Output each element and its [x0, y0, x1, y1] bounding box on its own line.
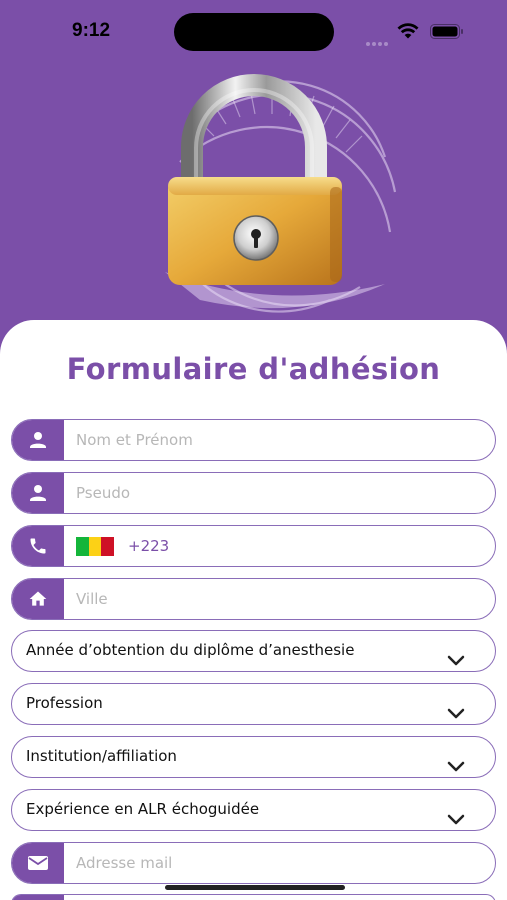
person-icon: [12, 473, 64, 513]
home-icon: [12, 579, 64, 619]
status-time: 9:12: [72, 20, 111, 41]
mali-flag-icon[interactable]: [76, 537, 115, 556]
pseudo-field[interactable]: [11, 472, 496, 514]
dynamic-island: [174, 13, 334, 51]
name-field[interactable]: [11, 419, 496, 461]
phone-field[interactable]: +223: [11, 525, 496, 567]
page-title: Formulaire d'adhésion: [66, 352, 441, 386]
person-icon: [12, 420, 64, 460]
country-code: +223: [128, 537, 170, 555]
name-input[interactable]: [76, 420, 476, 460]
signal-icon: [366, 31, 390, 46]
experience-label: Expérience en ALR échoguidée: [26, 800, 260, 818]
institution-select[interactable]: Institution/affiliation: [11, 736, 496, 778]
mail-icon: [12, 843, 64, 883]
chevron-down-icon: [447, 761, 465, 772]
wifi-icon: [397, 23, 419, 39]
chevron-down-icon: [447, 655, 465, 666]
battery-icon: [430, 24, 463, 39]
diploma-year-select[interactable]: Année d’obtention du diplôme d’anesthesi…: [11, 630, 496, 672]
city-field[interactable]: [11, 578, 496, 620]
experience-select[interactable]: Expérience en ALR échoguidée: [11, 789, 496, 831]
email-field[interactable]: [11, 842, 496, 884]
chevron-down-icon: [447, 814, 465, 825]
chevron-down-icon: [447, 708, 465, 719]
email-input[interactable]: [76, 843, 476, 883]
padlock-illustration: [165, 74, 397, 313]
profession-label: Profession: [26, 694, 103, 712]
phone-icon: [12, 526, 64, 566]
field-icon-tab: [12, 895, 64, 900]
profession-select[interactable]: Profession: [11, 683, 496, 725]
pseudo-input[interactable]: [76, 473, 476, 513]
home-indicator[interactable]: [165, 885, 345, 890]
next-field-partial[interactable]: [11, 894, 496, 900]
diploma-year-label: Année d’obtention du diplôme d’anesthesi…: [26, 641, 355, 659]
city-input[interactable]: [76, 579, 476, 619]
institution-label: Institution/affiliation: [26, 747, 177, 765]
status-bar: 9:12: [0, 0, 507, 62]
